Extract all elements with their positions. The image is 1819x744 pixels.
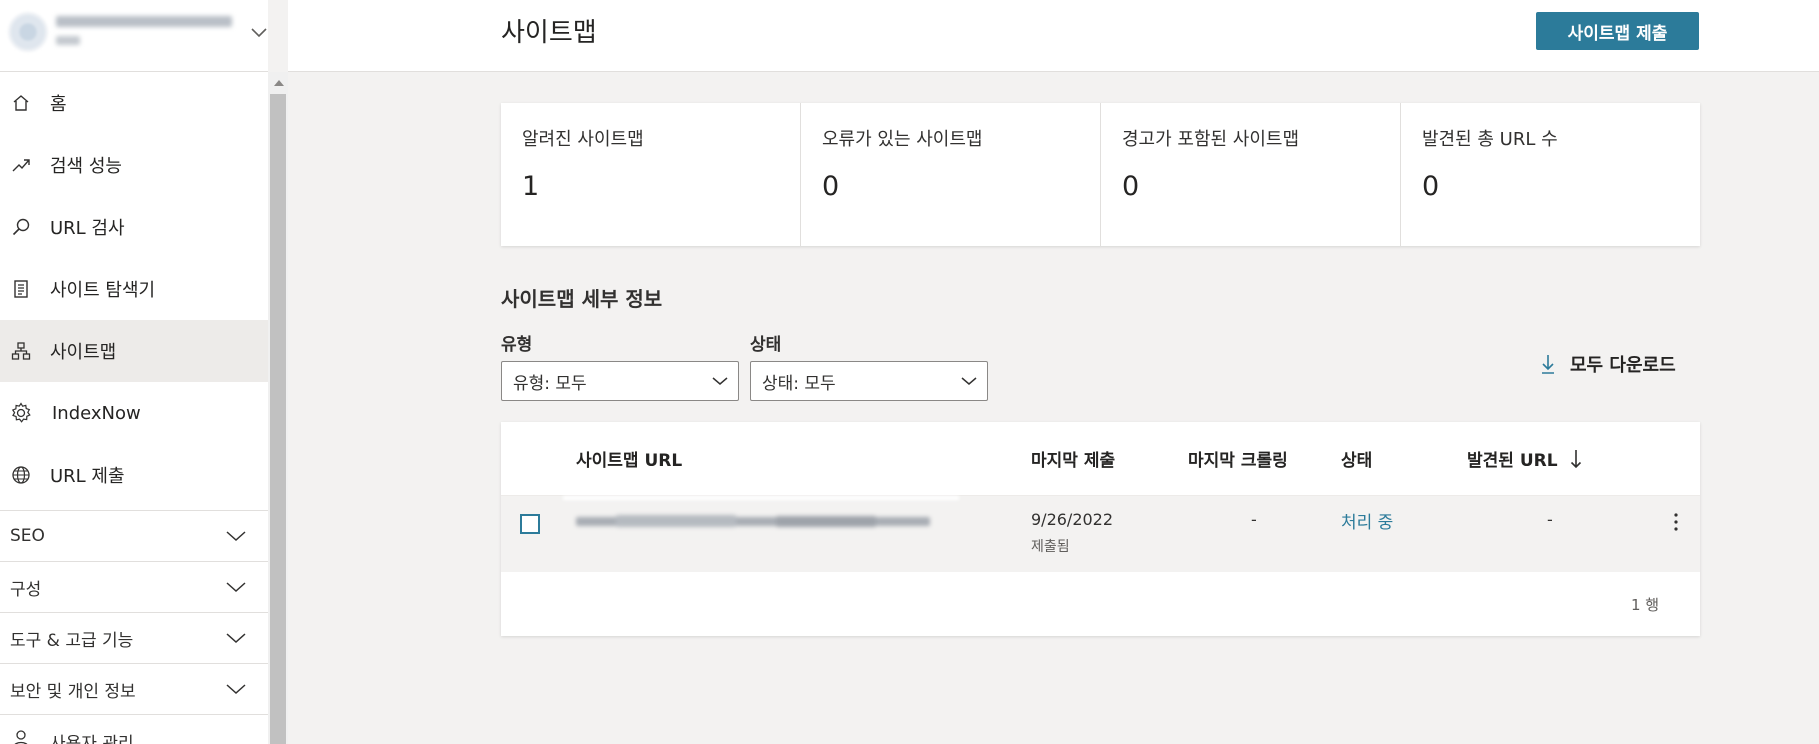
sidebar-scrollbar[interactable]	[268, 72, 288, 744]
status-filter-dropdown[interactable]: 상태: 모두	[750, 361, 988, 401]
stat-sitemaps-with-errors: 오류가 있는 사이트맵 0	[801, 103, 1101, 246]
last-submitted-date: 9/26/2022	[1031, 510, 1114, 529]
page-header: 사이트맵 사이트맵 제출	[288, 0, 1819, 72]
sidebar-item-url-inspection[interactable]: URL 검사	[0, 196, 268, 258]
stat-known-sitemaps: 알려진 사이트맵 1	[501, 103, 801, 246]
stat-value: 0	[1122, 171, 1140, 202]
sitemap-icon	[10, 340, 32, 362]
chevron-down-icon	[224, 575, 248, 599]
status-filter-label: 상태	[750, 335, 782, 355]
last-crawled-value: -	[1251, 510, 1257, 529]
globe-icon	[10, 464, 32, 486]
status-filter-value: 상태: 모두	[762, 373, 836, 394]
column-header-last-submitted[interactable]: 마지막 제출	[1031, 446, 1115, 471]
sidebar-section-tools[interactable]: 도구 & 고급 기능	[0, 612, 268, 663]
site-name-blurred	[56, 14, 236, 50]
site-selector[interactable]	[0, 0, 268, 72]
chevron-down-icon	[959, 371, 979, 391]
submit-sitemap-button[interactable]: 사이트맵 제출	[1536, 12, 1699, 50]
sidebar-section-configuration[interactable]: 구성	[0, 561, 268, 612]
sidebar-item-label: URL 검사	[50, 218, 125, 239]
row-count: 1 행	[1631, 596, 1660, 614]
sidebar-item-label: 검색 성능	[50, 156, 122, 177]
sidebar-item-label: IndexNow	[52, 402, 141, 424]
sidebar-section-label: 도구 & 고급 기능	[10, 630, 134, 651]
column-header-sitemap-url[interactable]: 사이트맵 URL	[576, 446, 682, 471]
scrollbar-thumb[interactable]	[270, 94, 286, 744]
stat-sitemaps-with-warnings: 경고가 포함된 사이트맵 0	[1101, 103, 1401, 246]
download-icon	[1538, 352, 1558, 376]
sidebar: 홈 검색 성능 URL 검사 사이트 탐색기 사이트맵 IndexNow URL…	[0, 0, 268, 744]
sidebar-item-label: 사이트 탐색기	[50, 280, 156, 301]
search-icon	[10, 216, 32, 238]
type-filter-value: 유형: 모두	[513, 373, 587, 394]
sidebar-section-security-privacy[interactable]: 보안 및 개인 정보	[0, 663, 268, 714]
chevron-down-icon	[224, 626, 248, 650]
page-title: 사이트맵	[501, 18, 597, 48]
sort-descending-arrow-icon	[1570, 448, 1582, 475]
stat-label: 오류가 있는 사이트맵	[822, 129, 983, 150]
sidebar-item-indexnow[interactable]: IndexNow	[0, 382, 268, 444]
type-filter-dropdown[interactable]: 유형: 모두	[501, 361, 739, 401]
status-link[interactable]: 처리 중	[1341, 508, 1393, 533]
row-checkbox[interactable]	[520, 514, 540, 534]
chevron-down-icon	[224, 524, 248, 548]
sidebar-section-seo[interactable]: SEO	[0, 510, 268, 561]
column-header-status[interactable]: 상태	[1341, 446, 1372, 471]
sidebar-nav: 홈 검색 성능 URL 검사 사이트 탐색기 사이트맵 IndexNow URL…	[0, 72, 268, 744]
stat-total-urls-discovered: 발견된 총 URL 수 0	[1401, 103, 1700, 246]
more-options-icon[interactable]	[1666, 508, 1686, 536]
type-filter-label: 유형	[501, 335, 533, 355]
stat-value: 1	[522, 171, 540, 202]
sitemap-url-blurred[interactable]	[576, 512, 932, 532]
home-icon	[10, 92, 32, 114]
chevron-down-icon	[224, 677, 248, 701]
scroll-up-arrow-icon[interactable]	[274, 80, 284, 86]
chevron-down-icon	[710, 371, 730, 391]
document-list-icon	[10, 278, 32, 300]
column-header-last-crawled[interactable]: 마지막 크롤링	[1188, 446, 1288, 471]
sidebar-item-search-performance[interactable]: 검색 성능	[0, 134, 268, 196]
gear-icon	[10, 402, 32, 424]
sidebar-item-user-management[interactable]: 사용자 관리	[0, 714, 268, 744]
sidebar-item-home[interactable]: 홈	[0, 72, 268, 134]
section-title: 사이트맵 세부 정보	[501, 287, 663, 311]
stat-label: 경고가 포함된 사이트맵	[1122, 129, 1300, 150]
stat-value: 0	[1422, 171, 1440, 202]
sidebar-item-label: 사이트맵	[50, 342, 117, 363]
column-header-label: 발견된 URL	[1467, 451, 1558, 471]
column-header-discovered-urls[interactable]: 발견된 URL	[1467, 446, 1582, 475]
trend-up-icon	[10, 154, 32, 176]
chevron-down-icon[interactable]	[248, 22, 270, 44]
user-icon	[10, 727, 32, 744]
sidebar-item-label: 홈	[50, 94, 67, 115]
last-submitted-note: 제출됨	[1031, 539, 1070, 555]
sidebar-item-url-submission[interactable]: URL 제출	[0, 444, 268, 506]
stat-value: 0	[822, 171, 840, 202]
sitemap-stats: 알려진 사이트맵 1 오류가 있는 사이트맵 0 경고가 포함된 사이트맵 0 …	[501, 103, 1700, 246]
sidebar-section-label: SEO	[10, 526, 45, 546]
sitemaps-table: 사이트맵 URL 마지막 제출 마지막 크롤링 상태 발견된 URL 9/26/…	[501, 422, 1700, 636]
download-all-button[interactable]: 모두 다운로드	[1538, 350, 1676, 378]
sidebar-section-label: 구성	[10, 579, 42, 600]
site-favicon	[8, 12, 48, 52]
sidebar-item-site-explorer[interactable]: 사이트 탐색기	[0, 258, 268, 320]
sidebar-item-label: 사용자 관리	[50, 734, 134, 744]
stat-label: 발견된 총 URL 수	[1422, 129, 1558, 150]
sidebar-item-sitemaps[interactable]: 사이트맵	[0, 320, 268, 382]
table-row[interactable]: 9/26/2022 제출됨 - 처리 중 -	[501, 495, 1700, 572]
sidebar-item-label: URL 제출	[50, 466, 125, 487]
stat-label: 알려진 사이트맵	[522, 129, 644, 150]
download-all-label: 모두 다운로드	[1570, 355, 1676, 376]
discovered-urls-value: -	[1547, 510, 1553, 529]
sidebar-section-label: 보안 및 개인 정보	[10, 681, 136, 702]
